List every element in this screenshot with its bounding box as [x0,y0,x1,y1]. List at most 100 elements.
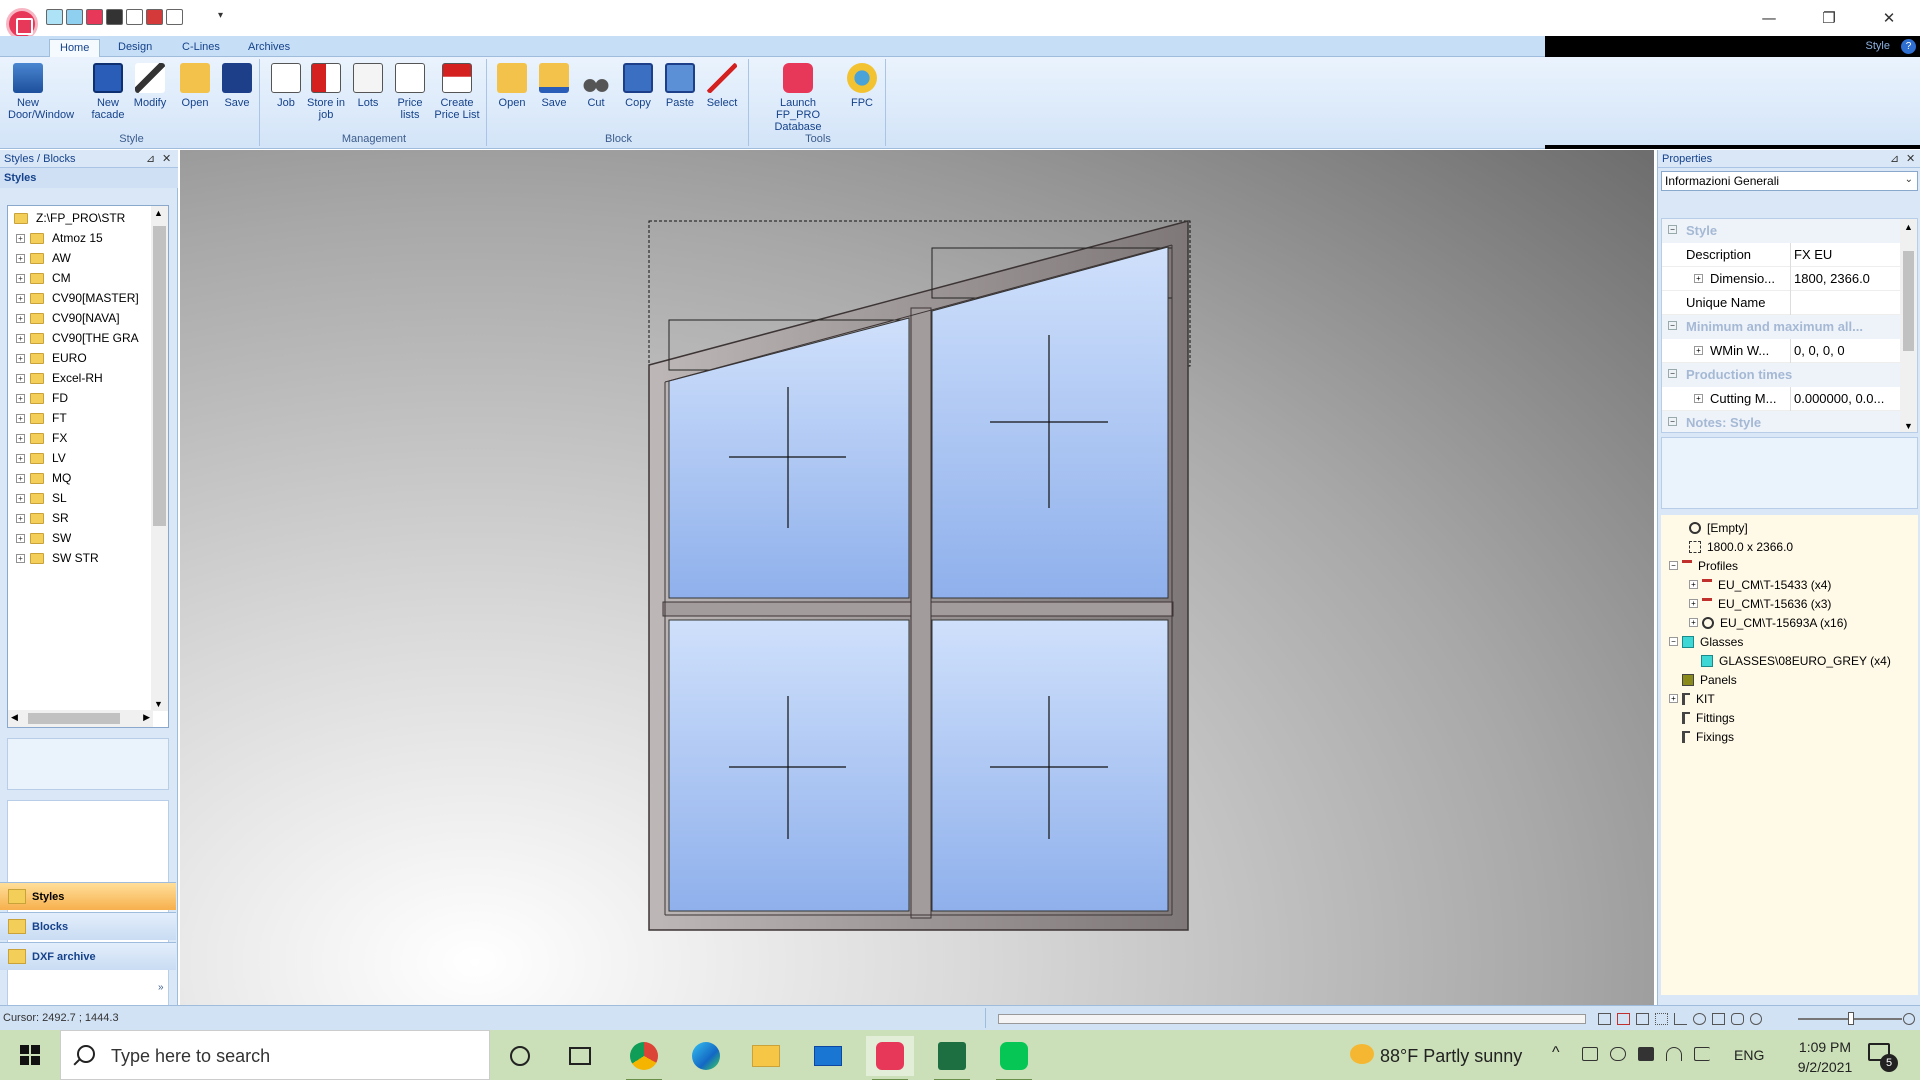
component-node-fixings[interactable]: Fixings [1682,727,1734,746]
property-row[interactable]: + WMin W... 0, 0, 0, 0 [1662,339,1902,363]
category-production-times[interactable]: − Production times [1662,363,1902,387]
open-style-button[interactable]: Open [175,63,215,109]
component-node-profile[interactable]: + EU_CM\T-15433 (x4) [1689,575,1831,594]
file-explorer-icon[interactable] [742,1036,790,1076]
drawing-canvas[interactable] [180,150,1654,1005]
expand-icon[interactable]: + [16,453,25,463]
tree-item[interactable]: + Atmoz 15 [8,228,158,248]
component-node-dimensions[interactable]: 1800.0 x 2366.0 [1689,537,1793,556]
zoom-slider-thumb[interactable] [1848,1012,1854,1025]
tree-item[interactable]: + FX [8,428,158,448]
expand-icon[interactable]: + [16,433,25,443]
expand-icon[interactable]: + [16,273,25,283]
nav-blocks[interactable]: Blocks [0,912,176,940]
property-row[interactable]: Description FX EU [1662,243,1902,267]
scroll-thumb[interactable] [1903,251,1914,351]
excel-icon[interactable] [928,1036,976,1080]
expand-icon[interactable]: + [16,553,25,563]
tree-horizontal-scrollbar[interactable]: ◀ ▶ [8,710,153,727]
qat-window-icon[interactable] [66,9,83,25]
property-grid-scrollbar[interactable]: ▲ ▼ [1900,219,1917,432]
scroll-thumb[interactable] [28,713,120,724]
weather-icon[interactable] [1350,1044,1374,1064]
chevron-up-icon[interactable]: ^ [1552,1044,1560,1062]
ortho-icon[interactable] [1674,1013,1687,1025]
start-button[interactable] [0,1030,60,1080]
launch-database-button[interactable]: Launch FP_PRO Database [757,63,839,133]
save-style-button[interactable]: Save [217,63,257,109]
expand-icon[interactable]: + [16,253,25,263]
scroll-thumb[interactable] [153,226,166,526]
tree-item[interactable]: + CM [8,268,158,288]
component-node-kit[interactable]: + KIT [1669,689,1715,708]
expand-icon[interactable]: + [16,533,25,543]
pin-icon[interactable]: ⊿ [1890,152,1899,165]
expand-icon[interactable]: + [16,353,25,363]
close-panel-icon[interactable]: ✕ [162,152,171,165]
task-view-icon[interactable] [556,1036,604,1076]
create-price-list-button[interactable]: Create Price List [432,63,482,121]
property-row[interactable]: Unique Name [1662,291,1902,315]
tray-device-icon[interactable] [1582,1047,1598,1061]
tree-vertical-scrollbar[interactable]: ▲ ▼ [151,206,168,711]
category-min-max[interactable]: − Minimum and maximum all... [1662,315,1902,339]
expand-icon[interactable]: + [16,413,25,423]
cortana-icon[interactable] [496,1036,544,1076]
ribbon-style-selector[interactable]: Style [1866,40,1890,52]
property-set-select[interactable]: Informazioni Generali ⌄ [1661,171,1918,191]
fpc-button[interactable]: FPC [843,63,881,109]
qat-export-icon[interactable] [146,9,163,25]
mail-icon[interactable] [804,1036,852,1076]
tree-item[interactable]: + CV90[THE GRA [8,328,158,348]
collapse-icon[interactable]: − [1668,417,1677,426]
close-panel-icon[interactable]: ✕ [1906,152,1915,165]
grid-icon[interactable] [1655,1013,1668,1025]
modify-button[interactable]: Modify [130,63,170,109]
window-drawing[interactable] [180,150,1654,1005]
store-in-job-button[interactable]: Store in job [306,63,346,121]
collapse-icon[interactable]: − [1669,637,1678,646]
qat-pen-icon[interactable] [166,9,183,25]
collapse-icon[interactable]: − [1668,321,1677,330]
print-icon[interactable] [1636,1013,1649,1025]
component-tree[interactable]: [Empty] 1800.0 x 2366.0 − Profiles + EU_… [1661,515,1918,995]
tree-item[interactable]: + CV90[NAVA] [8,308,158,328]
onedrive-icon[interactable] [1610,1047,1626,1061]
taskbar-search[interactable]: Type here to search [60,1030,490,1080]
nav-expand-icon[interactable]: » [158,982,164,993]
lots-button[interactable]: Lots [348,63,388,109]
wifi-icon[interactable] [1666,1047,1682,1061]
expand-icon[interactable]: + [1694,394,1703,403]
component-node-profile[interactable]: + EU_CM\T-15693A (x16) [1689,613,1847,632]
property-row[interactable]: + Dimensio... 1800, 2366.0 [1662,267,1902,291]
collapse-icon[interactable]: − [1669,561,1678,570]
nav-styles[interactable]: Styles [0,882,176,910]
component-node-fittings[interactable]: Fittings [1682,708,1735,727]
select-button[interactable]: Select [703,63,741,109]
expand-icon[interactable]: + [16,473,25,483]
pan-hand-icon[interactable] [1731,1013,1744,1025]
window-view-icon[interactable] [1712,1013,1725,1025]
tab-design[interactable]: Design [108,39,162,57]
collapse-icon[interactable]: − [1668,225,1677,234]
tree-item[interactable]: + MQ [8,468,158,488]
scroll-down-icon[interactable]: ▼ [154,699,163,709]
open-block-button[interactable]: Open [493,63,531,109]
tree-item[interactable]: + AW [8,248,158,268]
expand-icon[interactable]: + [1694,346,1703,355]
zoom-in-icon[interactable] [1903,1013,1915,1025]
clock[interactable]: 1:09 PM 9/2/2021 [1780,1037,1870,1077]
new-door-window-button[interactable]: New Door/Window [8,63,74,121]
expand-icon[interactable]: + [16,513,25,523]
component-node-empty[interactable]: [Empty] [1689,518,1748,537]
scroll-right-icon[interactable]: ▶ [143,712,150,723]
weather-text[interactable]: 88°F Partly sunny [1380,1046,1522,1067]
tree-item[interactable]: + EURO [8,348,158,368]
restore-button[interactable]: ❐ [1800,0,1858,36]
tree-item[interactable]: + SW [8,528,158,548]
minimize-button[interactable]: — [1740,0,1798,36]
expand-icon[interactable]: + [16,293,25,303]
component-node-panels[interactable]: Panels [1682,670,1737,689]
battery-icon[interactable] [1638,1047,1654,1061]
scroll-down-icon[interactable]: ▼ [1904,421,1913,431]
